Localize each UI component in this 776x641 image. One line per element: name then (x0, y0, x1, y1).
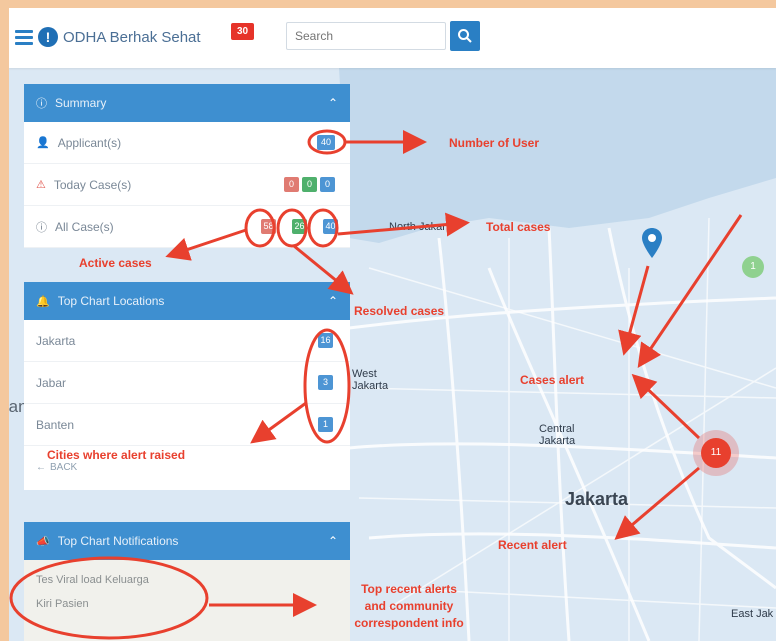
annotation-line: correspondent info (354, 616, 464, 630)
annotation-cases-alert: Cases alert (520, 373, 585, 387)
annotation-overlay (9, 129, 743, 640)
annotation-recent-alert: Recent alert (498, 538, 567, 552)
annotation-active-cases: Active cases (79, 256, 152, 270)
annotation-line: Top recent alerts (361, 582, 457, 596)
annotation-total-cases: Total cases (486, 220, 551, 234)
annotation-line: and community (364, 599, 454, 613)
app-frame: North Jakarta West Jakarta Central Jakar… (9, 8, 776, 641)
annotation-cities-alert: Cities where alert raised (47, 448, 186, 462)
annotation-number-of-user: Number of User (449, 136, 540, 150)
annotation-resolved-cases: Resolved cases (354, 304, 445, 318)
annotation-top-recent: Top recent alerts and community correspo… (334, 581, 484, 632)
